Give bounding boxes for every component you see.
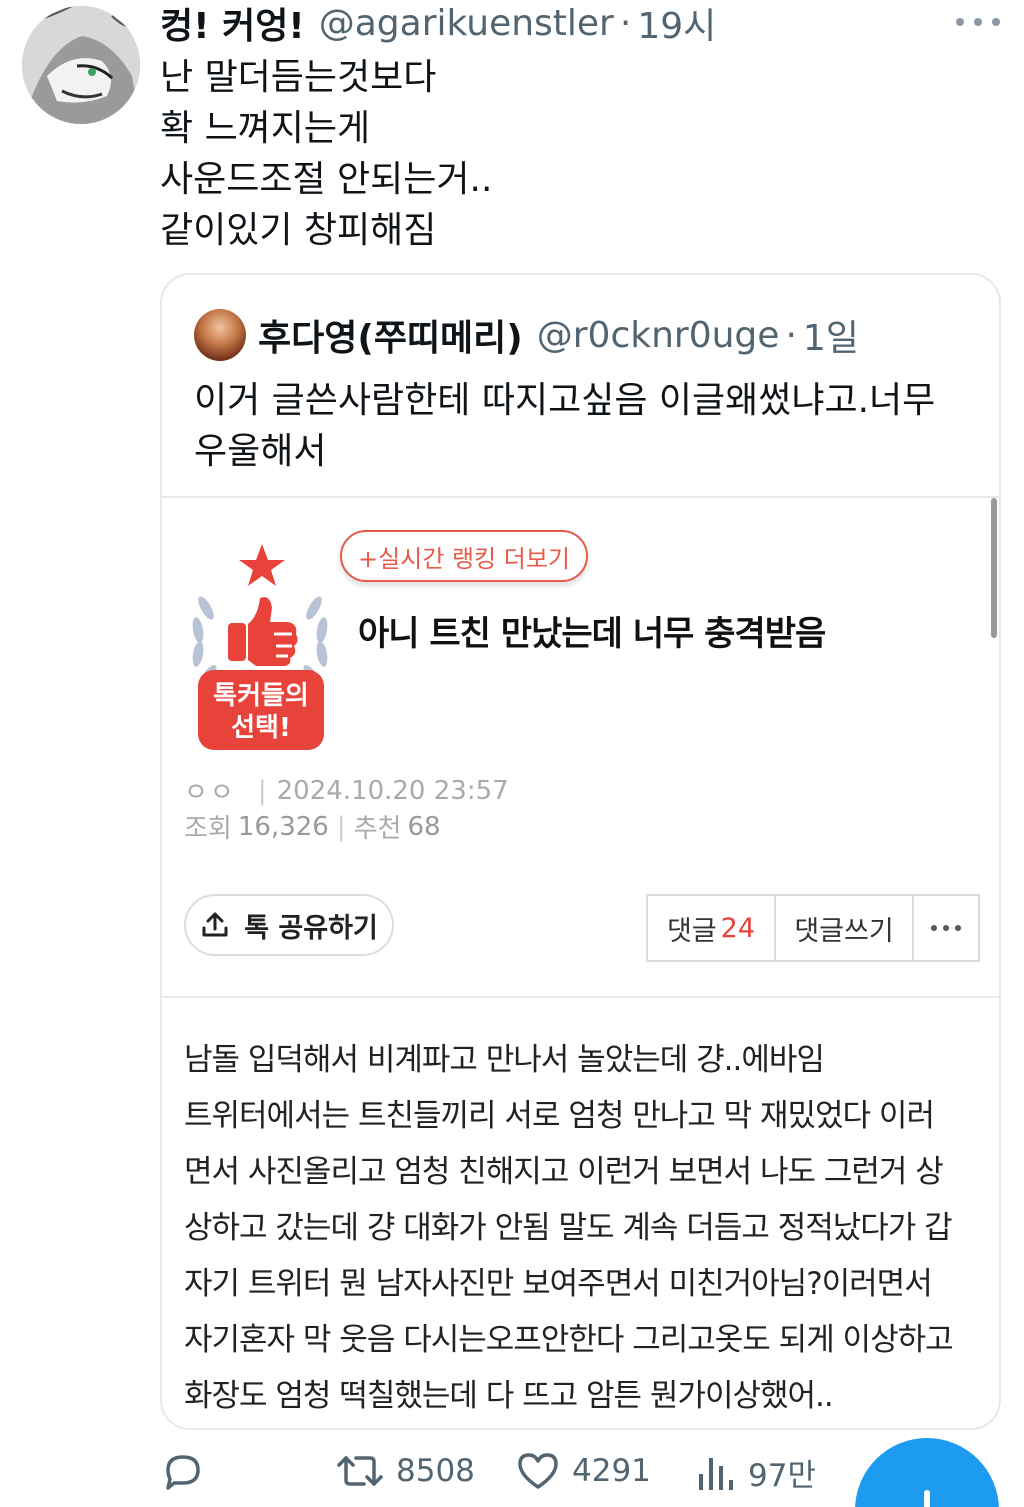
body-line: 자기혼자 막 웃음 다시는오프안한다 그리고옷도 되게 이상하고 [184, 1322, 954, 1358]
views-count: 16,326 [237, 811, 329, 842]
post-meta: ㅇㅇ | 2024.10.20 23:57 [184, 772, 509, 809]
retweet-icon [337, 1456, 383, 1486]
tweet-line: 사운드조절 안되는거.. [160, 159, 493, 200]
post-body: 남돌 입덕해서 비계파고 만나서 놀았는데 걍..에바임 트위터에서는 트친들끼… [184, 1032, 984, 1424]
quoted-author-avatar [194, 309, 246, 361]
body-line: 자기 트위터 뭔 남자사진만 보여주면서 미친거아님?이러면서 [184, 1266, 933, 1302]
tweet-line: 확 느껴지는게 [160, 108, 371, 149]
body-line: 면서 사진올리고 엄청 친해지고 이런거 보면서 나도 그런거 상 [184, 1154, 944, 1190]
author-avatar[interactable] [22, 6, 140, 124]
tweet-time[interactable]: 19시 [637, 0, 716, 49]
meta-divider: | [257, 775, 267, 806]
recommend-label: 추천 [353, 814, 402, 844]
tweet-text: 난 말더듬는것보다 확 느껴지는게 사운드조절 안되는거.. 같이있기 창피해짐 [160, 52, 492, 256]
like-button[interactable]: 4291 [516, 1450, 651, 1492]
meta-divider: | [336, 811, 346, 842]
comment-button-group: 댓글 24 댓글쓰기 [646, 894, 980, 962]
author-name[interactable]: 컹! 커엉! [160, 0, 305, 49]
body-line: 화장도 엄청 떡칠했는데 다 뜨고 암튼 뭔가이상했어.. [184, 1378, 834, 1414]
post-title: 아니 트친 만났는데 너무 충격받음 [358, 614, 826, 654]
comments-button[interactable]: 댓글 24 [648, 896, 776, 960]
recommend-count: 68 [407, 811, 441, 842]
post-date: 2024.10.20 23:57 [276, 775, 509, 806]
tweet-line: 같이있기 창피해짐 [160, 210, 437, 251]
more-options-icon[interactable] [914, 896, 978, 960]
author-handle[interactable]: @agarikuenstler [319, 3, 614, 44]
comments-label: 댓글 [666, 915, 717, 947]
retweet-count: 8508 [396, 1453, 475, 1489]
reply-icon [166, 1455, 200, 1490]
views-icon [699, 1457, 733, 1490]
realtime-ranking-button[interactable]: +실시간 랭킹 더보기 [340, 530, 588, 582]
body-line: 트위터에서는 트친들끼리 서로 엄청 만나고 막 재밌었다 이러 [184, 1098, 935, 1134]
separator-dot: · [785, 314, 797, 356]
share-label: 톡 공유하기 [244, 912, 378, 944]
quoted-tweet-header: 후다영(쭈띠메리) @r0cknr0uge · 1일 [258, 309, 859, 361]
talk-share-button[interactable]: 톡 공유하기 [184, 894, 394, 956]
reply-button[interactable] [162, 1450, 216, 1492]
badge-line2: 선택! [231, 713, 291, 743]
scrollbar [991, 498, 997, 638]
views-count: 97만 [748, 1458, 816, 1494]
quoted-author-name: 후다영(쭈띠메리) [258, 318, 523, 359]
badge-line1: 톡커들의 [213, 681, 309, 711]
write-comment-button[interactable]: 댓글쓰기 [776, 896, 914, 960]
views-button[interactable]: 97만 [696, 1450, 816, 1495]
post-stats: 조회 16,326 | 추천 68 [184, 808, 441, 845]
divider [162, 996, 999, 998]
like-count: 4291 [572, 1453, 651, 1489]
quoted-tweet-text: 이거 글쓴사람한테 따지고싶음 이글왜썼냐고.너무 우울해서 [194, 380, 936, 472]
body-line: 상하고 갔는데 걍 대화가 안됨 말도 계속 더듬고 정적났다가 갑 [184, 1210, 953, 1246]
retweet-button[interactable]: 8508 [336, 1450, 475, 1492]
talkers-choice-badge: 톡커들의 선택! [184, 538, 336, 758]
views-label: 조회 [184, 814, 232, 844]
separator-dot: · [619, 2, 632, 44]
share-upload-icon [202, 912, 228, 937]
post-author: ㅇㅇ [184, 778, 236, 808]
body-line: 남돌 입덕해서 비계파고 만나서 놀았는데 걍..에바임 [184, 1042, 825, 1078]
tweet-header: 컹! 커엉! @agarikuenstler · 19시 [160, 0, 716, 49]
quoted-author-handle: @r0cknr0uge [536, 314, 780, 356]
comments-count: 24 [720, 912, 756, 944]
more-icon[interactable] [956, 12, 1000, 32]
like-icon [518, 1453, 558, 1489]
quoted-tweet-time: 1일 [802, 318, 859, 359]
tweet-line: 난 말더듬는것보다 [160, 57, 437, 98]
quoted-tweet[interactable]: 후다영(쭈띠메리) @r0cknr0uge · 1일 이거 글쓴사람한테 따지고… [160, 273, 1001, 1430]
compose-icon [924, 1490, 930, 1507]
embedded-image[interactable]: 톡커들의 선택! +실시간 랭킹 더보기 아니 트친 만났는데 너무 충격받음 … [162, 496, 999, 1428]
